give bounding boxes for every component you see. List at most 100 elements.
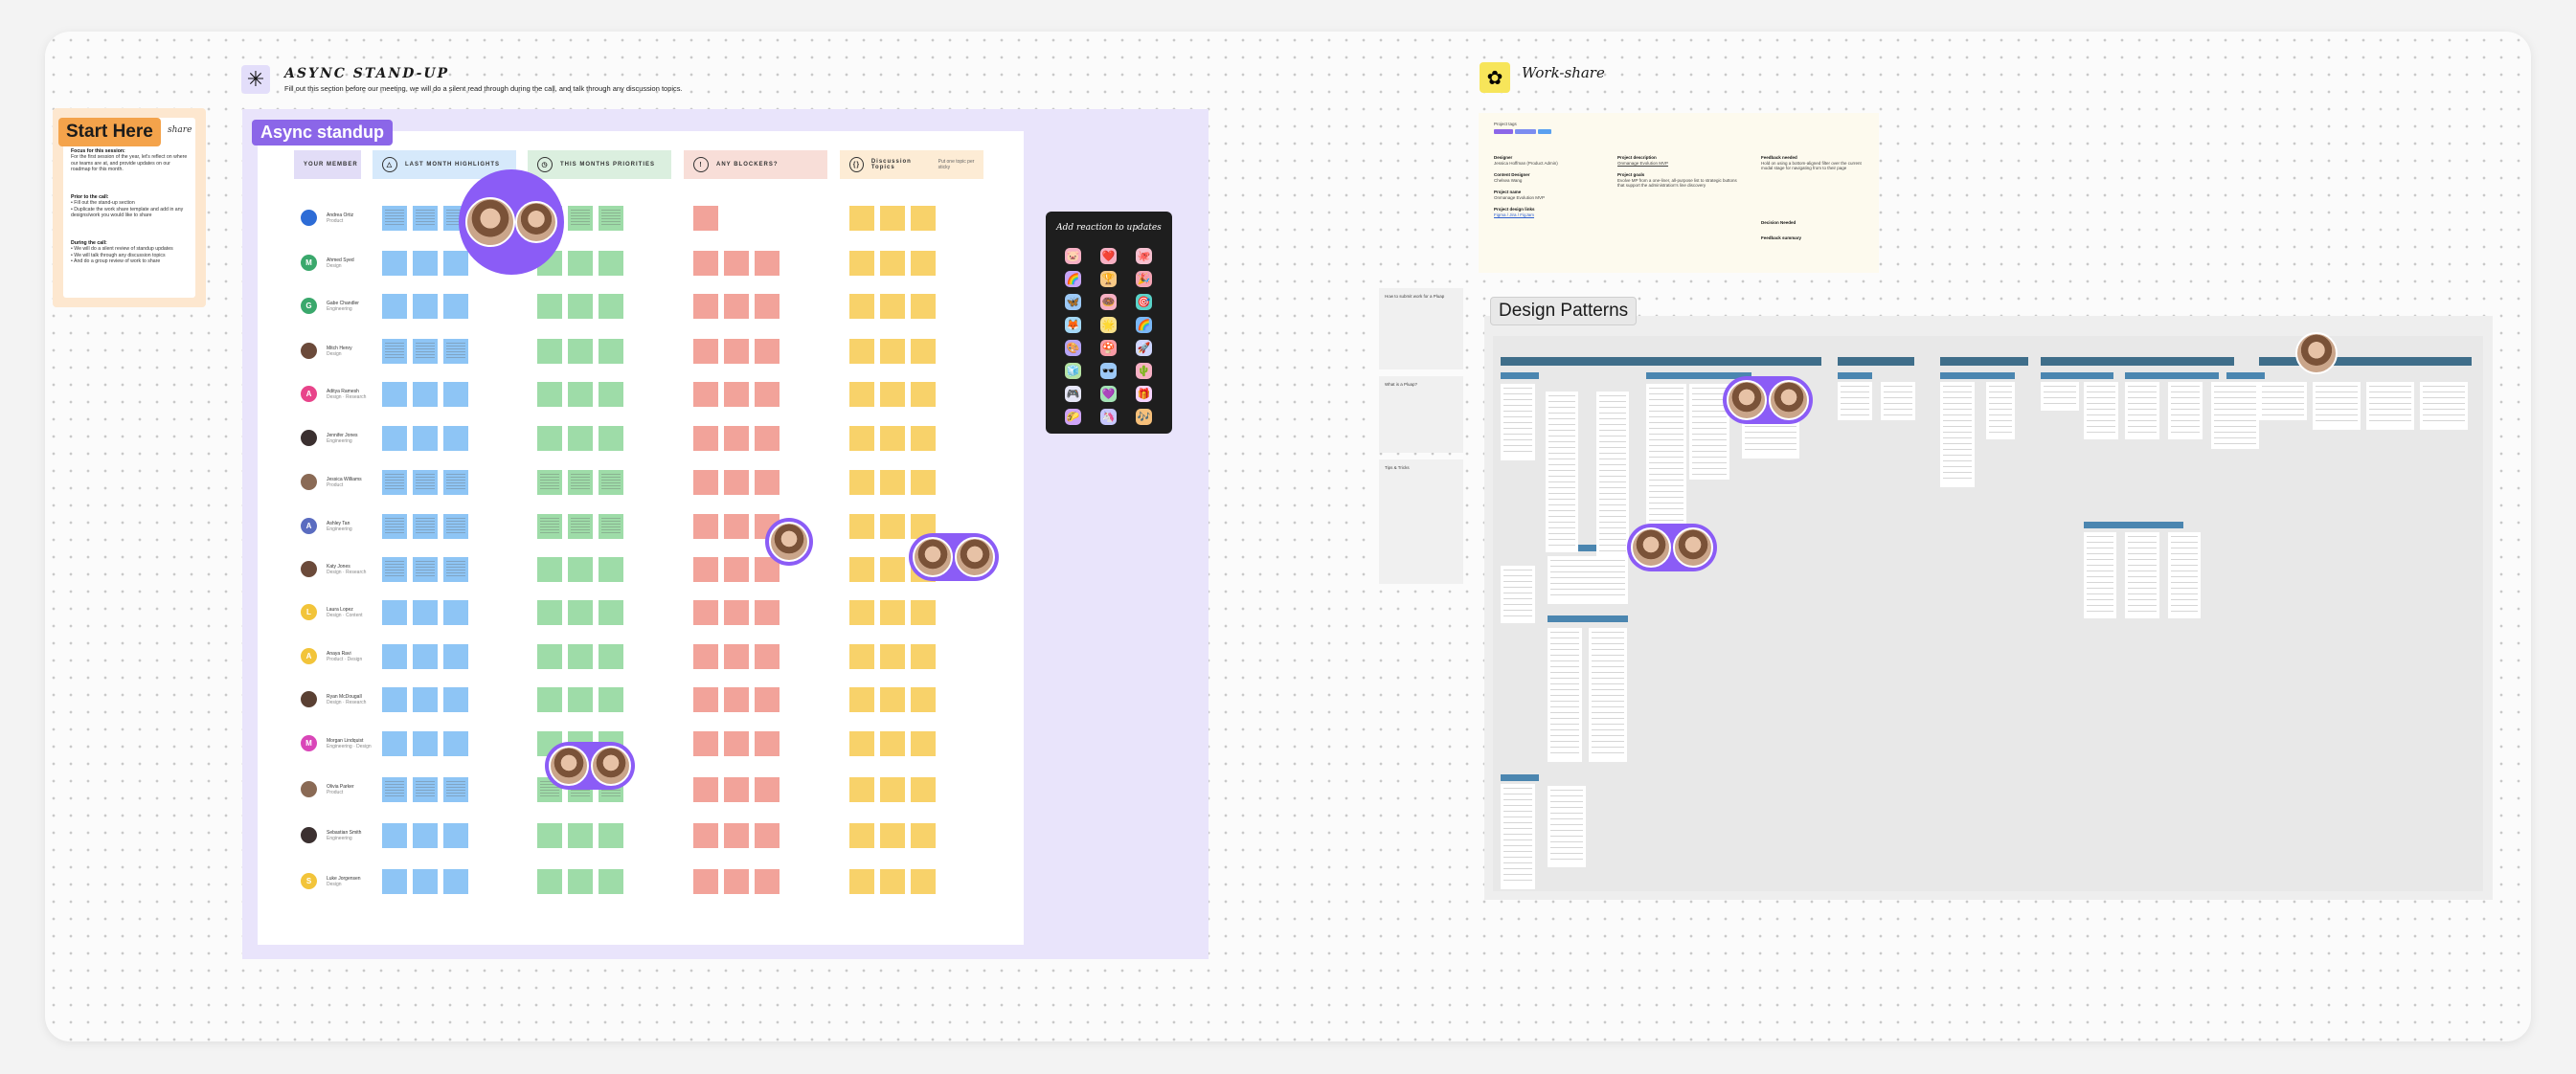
sticky-note[interactable] [537, 514, 562, 539]
sticky-note[interactable] [537, 557, 562, 582]
sticky-note[interactable] [382, 644, 407, 669]
sticky-note[interactable] [443, 294, 468, 319]
sticky-note[interactable] [382, 426, 407, 451]
sticky-note[interactable] [443, 339, 468, 364]
sticky-note[interactable] [911, 251, 936, 276]
collaborator-cursor[interactable] [545, 742, 635, 790]
reaction-sticker[interactable]: 🌈 [1065, 271, 1081, 287]
sticky-note[interactable] [755, 823, 780, 848]
project-tag[interactable] [1515, 129, 1536, 134]
sticky-note[interactable] [880, 426, 905, 451]
sticky-note[interactable] [599, 600, 623, 625]
sticky-note[interactable] [413, 514, 438, 539]
sticky-note[interactable] [724, 687, 749, 712]
collaborator-cursor[interactable] [909, 533, 999, 581]
sticky-note[interactable] [443, 869, 468, 894]
sidebar-note-tips[interactable]: Tips & Tricks [1379, 459, 1463, 584]
pattern-screen[interactable] [2259, 382, 2307, 420]
sticky-note[interactable] [755, 777, 780, 802]
sticky-note[interactable] [568, 869, 593, 894]
sticky-note[interactable] [911, 731, 936, 756]
reaction-sticker[interactable]: 🎉 [1136, 271, 1152, 287]
sticky-note[interactable] [880, 731, 905, 756]
sticky-note[interactable] [382, 687, 407, 712]
sticky-note[interactable] [849, 557, 874, 582]
member-row[interactable]: M Morgan Lindquist Engineering · Design [301, 735, 372, 751]
sticky-note[interactable] [693, 294, 718, 319]
sticky-note[interactable] [382, 251, 407, 276]
pattern-subheader[interactable] [1838, 372, 1872, 379]
reaction-sticker[interactable]: 🍄 [1100, 340, 1117, 356]
pattern-screen[interactable] [1986, 382, 2015, 439]
member-row[interactable]: Sebastian Smith Engineering [301, 827, 361, 843]
sticky-note[interactable] [568, 426, 593, 451]
sticky-note[interactable] [849, 294, 874, 319]
sticky-note[interactable] [599, 339, 623, 364]
reaction-sticker[interactable]: 🌟 [1100, 317, 1117, 333]
pattern-screen[interactable] [1596, 392, 1629, 556]
sticky-note[interactable] [880, 869, 905, 894]
pattern-screen[interactable] [2125, 532, 2159, 618]
sticky-note[interactable] [911, 426, 936, 451]
workshare-title[interactable]: Work-share [1522, 64, 1605, 81]
sticky-note[interactable] [849, 251, 874, 276]
pattern-screen[interactable] [2084, 532, 2116, 618]
reaction-sticker[interactable]: 🌵 [1136, 363, 1152, 379]
sticky-note[interactable] [755, 731, 780, 756]
pattern-screen[interactable] [2313, 382, 2361, 430]
sticky-note[interactable] [849, 514, 874, 539]
sticky-note[interactable] [724, 339, 749, 364]
sticky-note[interactable] [537, 382, 562, 407]
sticky-note[interactable] [724, 644, 749, 669]
sticky-note[interactable] [911, 644, 936, 669]
pattern-category-bar[interactable] [2041, 357, 2234, 366]
sticky-note[interactable] [537, 644, 562, 669]
sticky-note[interactable] [911, 339, 936, 364]
sidebar-note-submit[interactable]: How to submit work for a Pluap [1379, 288, 1463, 369]
column-header[interactable]: {} Discussion Topics Put one topic per sti… [840, 150, 983, 179]
sticky-note[interactable] [693, 687, 718, 712]
pattern-screen[interactable] [1940, 382, 1975, 487]
sticky-note[interactable] [755, 339, 780, 364]
column-header[interactable]: ! ANY BLOCKERS? [684, 150, 827, 179]
sticky-note[interactable] [599, 251, 623, 276]
design-patterns-board[interactable] [1493, 332, 2483, 891]
pattern-screen[interactable] [2168, 532, 2201, 618]
member-row[interactable]: Katy Jones Design · Research [301, 561, 366, 577]
sticky-note[interactable] [880, 251, 905, 276]
pattern-subheader[interactable] [2125, 372, 2219, 379]
sticky-note[interactable] [413, 644, 438, 669]
pattern-screen[interactable] [1881, 382, 1915, 420]
sticky-note[interactable] [382, 206, 407, 231]
reaction-sticker[interactable]: 🦊 [1065, 317, 1081, 333]
collaborator-cursor[interactable] [459, 169, 564, 275]
sticky-note[interactable] [880, 382, 905, 407]
sticky-note[interactable] [382, 339, 407, 364]
pattern-screen[interactable] [1546, 392, 1578, 552]
standup-board[interactable]: YOUR MEMBER △ LAST MONTH HIGHLIGHTS ◷ THIS M… [258, 131, 1024, 945]
pattern-screen[interactable] [2168, 382, 2203, 439]
sticky-note[interactable] [724, 600, 749, 625]
collaborator-avatar[interactable] [2295, 332, 2338, 374]
sticky-note[interactable] [849, 206, 874, 231]
member-row[interactable]: S Luke Jorgensen Design [301, 873, 361, 889]
sticky-note[interactable] [599, 206, 623, 231]
sticky-note[interactable] [599, 644, 623, 669]
pattern-subheader[interactable] [1501, 372, 1539, 379]
sticky-note[interactable] [849, 600, 874, 625]
sticky-note[interactable] [568, 687, 593, 712]
sticky-note[interactable] [724, 869, 749, 894]
sticky-note[interactable] [537, 687, 562, 712]
sticky-note[interactable] [849, 382, 874, 407]
sticky-note[interactable] [911, 687, 936, 712]
sticky-note[interactable] [724, 294, 749, 319]
sticky-note[interactable] [413, 426, 438, 451]
sticky-note[interactable] [382, 869, 407, 894]
pattern-screen[interactable] [2125, 382, 2159, 439]
sticky-note[interactable] [880, 557, 905, 582]
async-standup-title[interactable]: ASYNC STAND-UP [284, 66, 449, 81]
member-row[interactable]: Andrea Ortiz Product [301, 210, 353, 226]
sticky-note[interactable] [443, 514, 468, 539]
sticky-note[interactable] [568, 644, 593, 669]
sticky-note[interactable] [755, 294, 780, 319]
